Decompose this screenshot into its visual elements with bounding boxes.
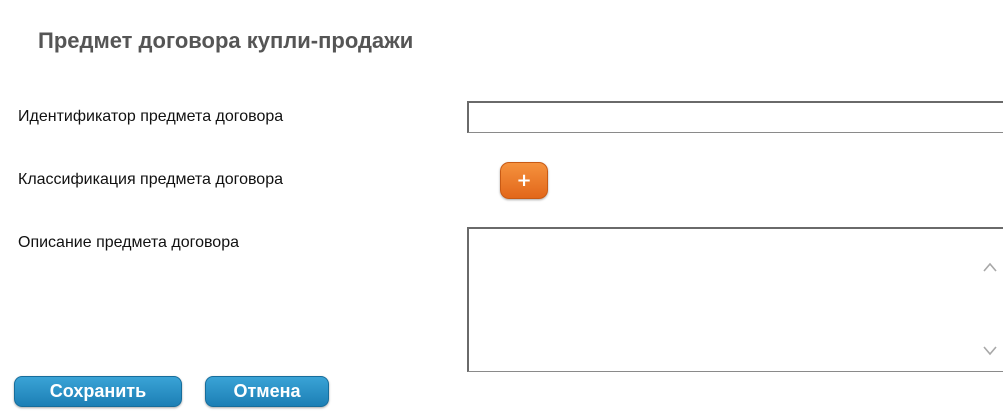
identifier-label: Идентификатор предмета договора <box>18 108 284 125</box>
save-button[interactable]: Сохранить <box>14 376 182 407</box>
description-scrollbar[interactable] <box>973 229 1003 370</box>
description-label: Описание предмета договора <box>18 234 239 251</box>
classification-label: Классификация предмета договора <box>18 171 283 188</box>
chevron-up-icon[interactable] <box>981 259 999 277</box>
description-textarea[interactable] <box>469 229 974 370</box>
description-field <box>467 227 1003 372</box>
chevron-down-icon[interactable] <box>981 341 999 359</box>
add-classification-button[interactable]: + <box>500 162 548 199</box>
plus-icon: + <box>516 169 532 191</box>
identifier-input[interactable] <box>467 101 1003 133</box>
cancel-button[interactable]: Отмена <box>205 376 329 407</box>
page-title: Предмет договора купли-продажи <box>38 28 414 53</box>
